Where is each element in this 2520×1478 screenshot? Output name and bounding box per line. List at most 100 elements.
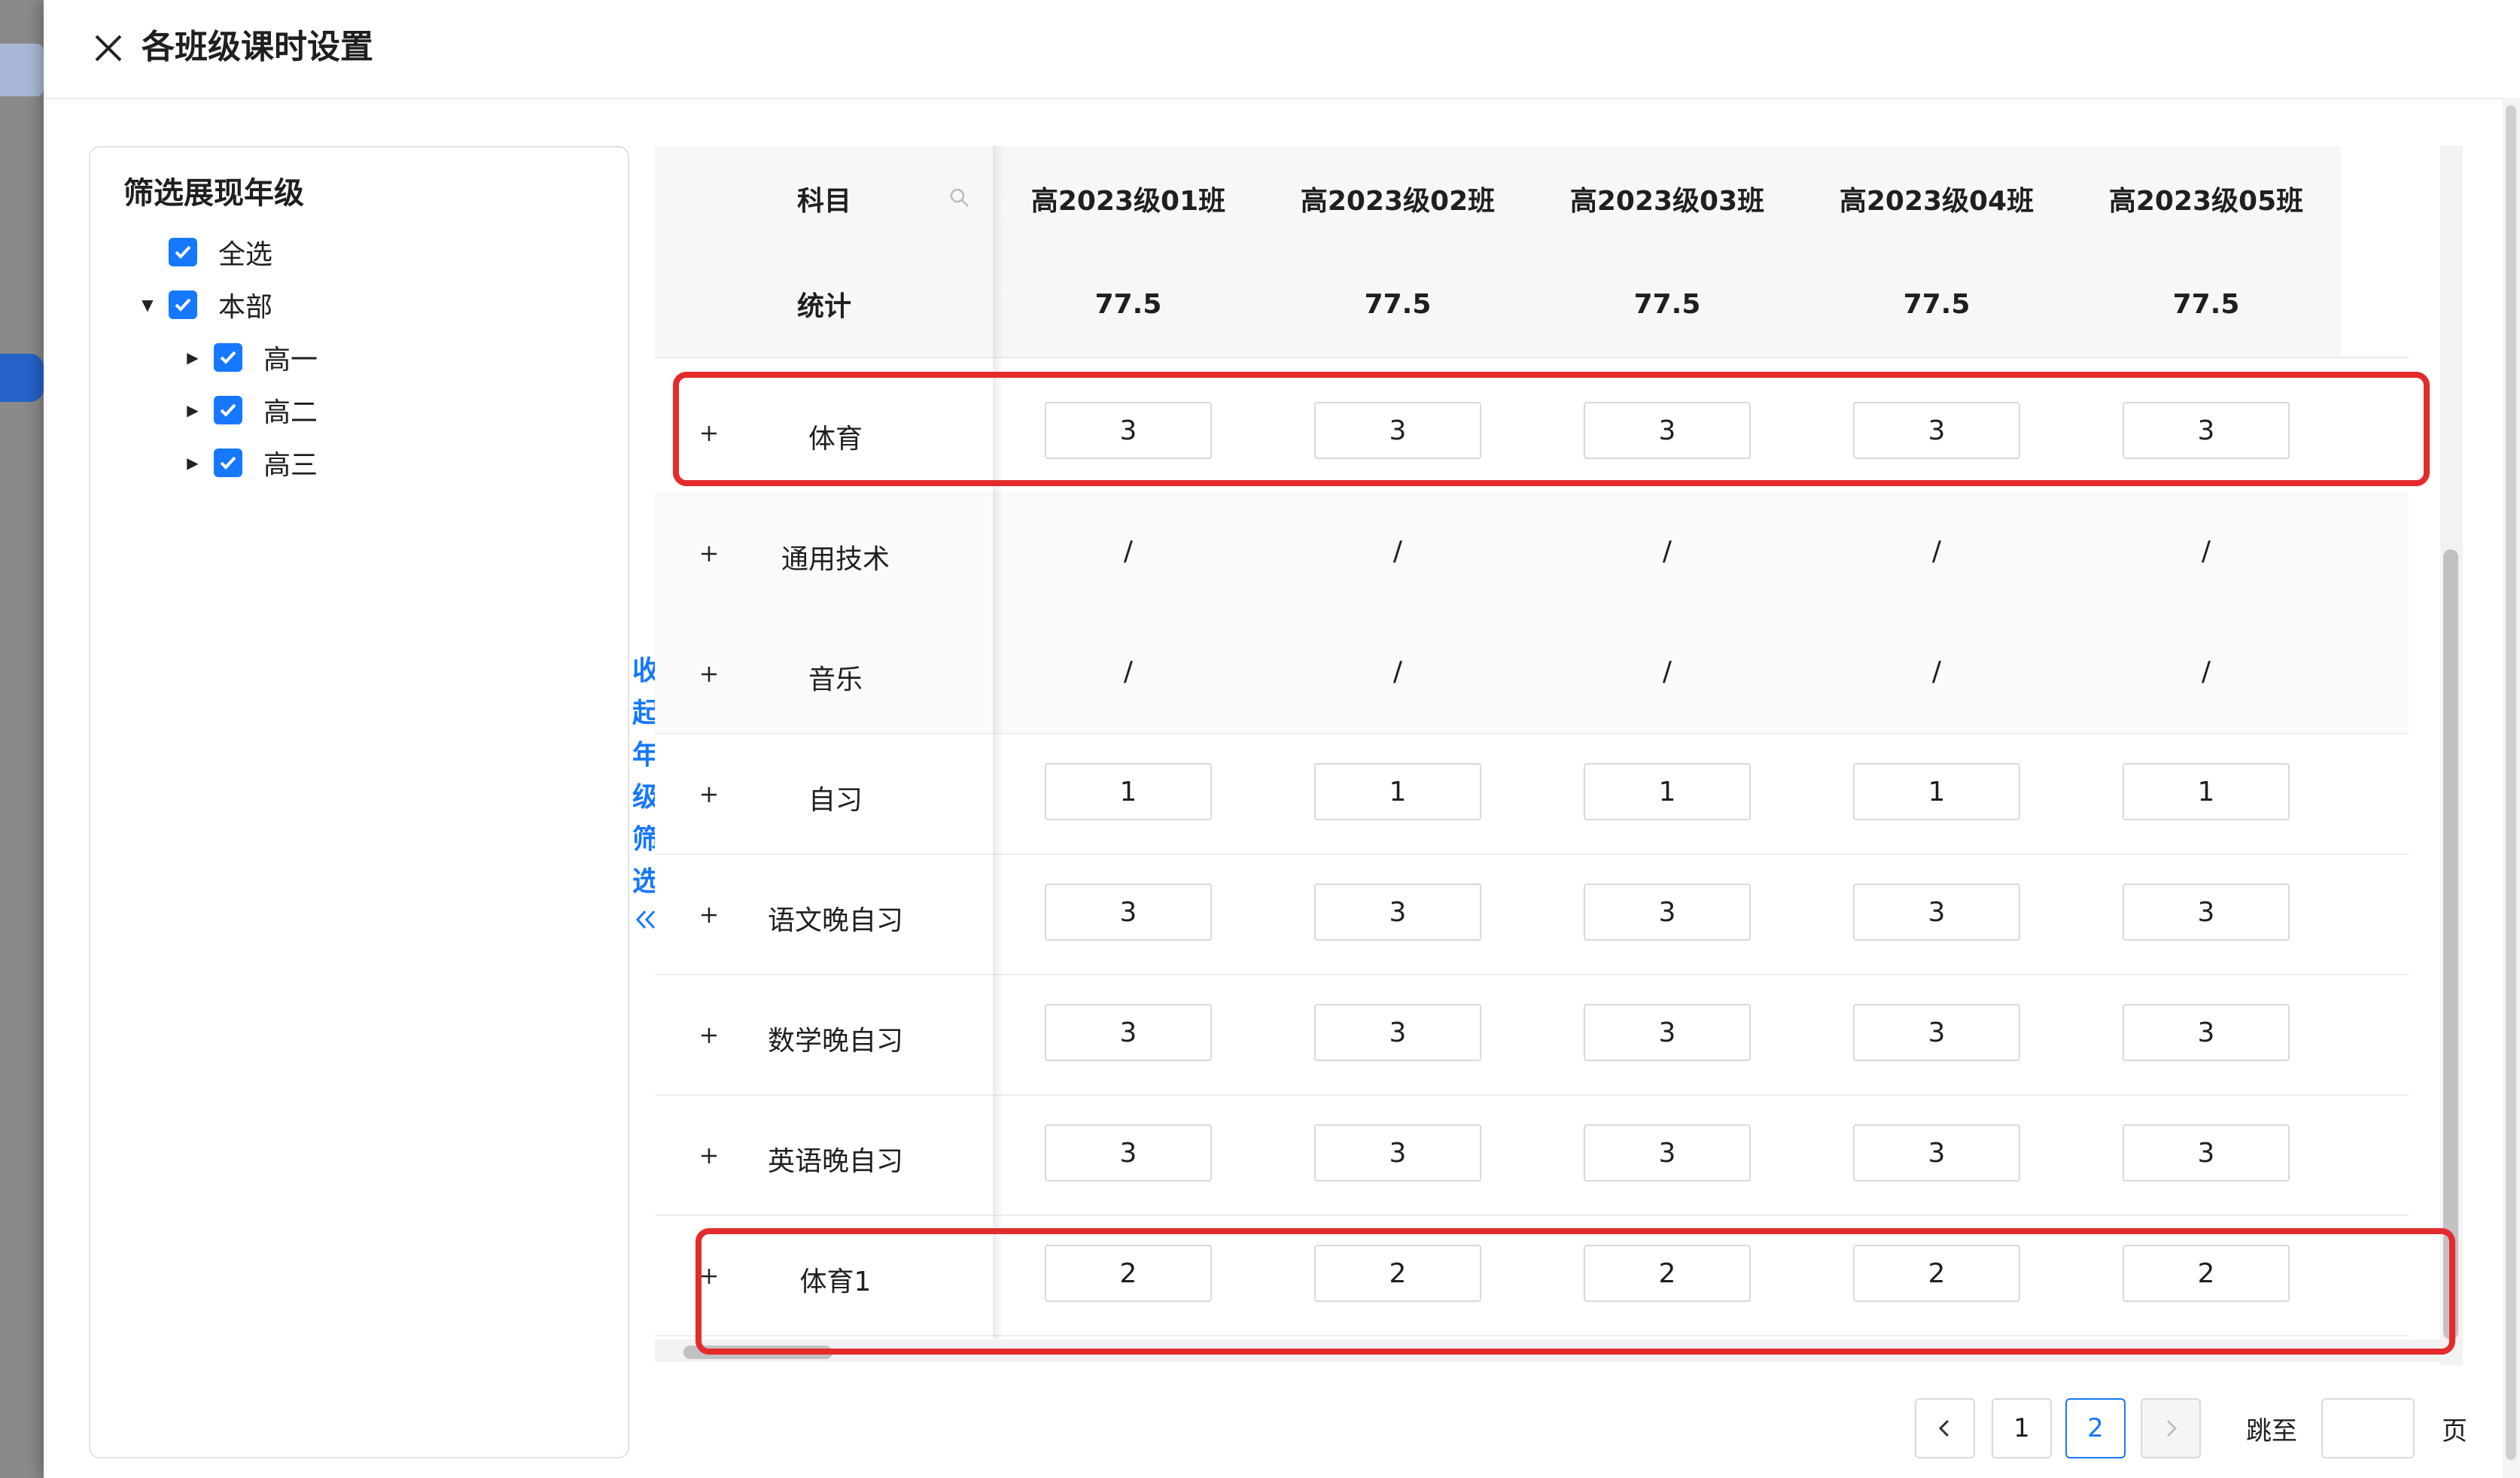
table-row: 体育	[655, 372, 2409, 494]
hours-input[interactable]	[1045, 402, 1212, 459]
tree-item[interactable]: ▶ 高二	[184, 390, 318, 430]
tree-item-label: 高一	[263, 345, 318, 376]
hours-input[interactable]	[2123, 1245, 2290, 1302]
hours-value: /	[2201, 536, 2211, 567]
table-row: 通用技术 / / / / /	[655, 492, 2409, 614]
subject-name: 体育	[808, 424, 863, 455]
hours-input[interactable]	[1045, 883, 1212, 941]
hours-input[interactable]	[1045, 763, 1212, 820]
subject-name: 数学晚自习	[767, 1026, 903, 1057]
caret-down-icon[interactable]: ▼	[138, 296, 157, 314]
hours-value: /	[1123, 536, 1134, 567]
hours-input[interactable]	[1584, 763, 1751, 820]
table-row: 数学晚自习	[655, 974, 2409, 1096]
hours-input[interactable]	[1314, 1004, 1481, 1061]
hours-input[interactable]	[1584, 1245, 1751, 1302]
checkbox-checked[interactable]	[214, 396, 242, 424]
class-column-header: 高2023级05班	[2071, 146, 2341, 251]
stat-value: 77.5	[994, 251, 1263, 357]
next-page-button[interactable]	[2141, 1398, 2201, 1458]
jump-page-input[interactable]	[2321, 1398, 2415, 1458]
hours-input[interactable]	[2123, 1124, 2290, 1181]
subject-name: 自习	[808, 785, 863, 816]
table-horizontal-scroll-thumb[interactable]	[683, 1346, 832, 1359]
hours-input[interactable]	[1584, 1124, 1751, 1181]
hours-input[interactable]	[1045, 1245, 1212, 1302]
page-button-1[interactable]: 1	[1992, 1398, 2052, 1458]
table-row: 英语晚自习	[655, 1094, 2409, 1216]
class-column-header: 高2023级04班	[1802, 146, 2071, 251]
hours-input[interactable]	[1853, 1124, 2020, 1181]
close-icon[interactable]	[89, 29, 128, 68]
hours-input[interactable]	[1314, 402, 1481, 459]
table-row: 体育1	[655, 1215, 2409, 1337]
subject-name: 音乐	[808, 664, 863, 695]
grade-filter-panel: 筛选展现年级 全选 ▼ 本部 ▶ 高一 ▶ 高二 ▶ 高三	[89, 146, 629, 1458]
tree-item[interactable]: 全选	[138, 232, 272, 272]
background-page	[0, 0, 44, 1478]
jump-to-label: 跳至	[2246, 1416, 2297, 1446]
drawer-title: 各班级课时设置	[142, 28, 373, 66]
hours-input[interactable]	[1314, 883, 1481, 941]
hours-input[interactable]	[2123, 883, 2290, 941]
caret-right-icon[interactable]: ▶	[184, 348, 202, 366]
check-icon	[175, 245, 191, 259]
hours-input[interactable]	[2123, 1004, 2290, 1061]
hours-input[interactable]	[1853, 883, 2020, 941]
hours-input[interactable]	[1584, 402, 1751, 459]
drawer-scroll-thumb[interactable]	[2506, 105, 2516, 1460]
check-icon	[220, 456, 236, 470]
hours-input[interactable]	[2123, 763, 2290, 820]
caret-right-icon[interactable]: ▶	[184, 454, 202, 472]
stat-row-label: 统计	[655, 251, 994, 357]
table-vertical-scroll-thumb[interactable]	[2443, 549, 2458, 1340]
hours-input[interactable]	[1853, 1004, 2020, 1061]
background-tab	[0, 354, 44, 402]
hours-input[interactable]	[1314, 763, 1481, 820]
stat-value: 77.5	[1263, 251, 1532, 357]
page-suffix-label: 页	[2442, 1416, 2467, 1446]
table-row: 自习	[655, 733, 2409, 855]
hours-input[interactable]	[1853, 763, 2020, 820]
table-row: 音乐 / / / / /	[655, 613, 2409, 734]
prev-page-button[interactable]	[1915, 1398, 1975, 1458]
tree-item-label: 本部	[218, 292, 273, 323]
class-column-header: 高2023级01班	[994, 146, 1263, 251]
header-divider	[655, 357, 2409, 358]
hours-value: /	[1392, 656, 1403, 687]
tree-item[interactable]: ▶ 高三	[184, 442, 318, 483]
subject-column-header: 科目	[655, 146, 994, 251]
hours-input[interactable]	[1314, 1124, 1481, 1181]
hours-input[interactable]	[2123, 402, 2290, 459]
caret-right-icon[interactable]: ▶	[184, 401, 202, 419]
subject-name: 语文晚自习	[767, 905, 903, 936]
filter-title: 筛选展现年级	[123, 176, 304, 211]
subject-header-label: 科目	[796, 186, 851, 217]
table-row: 语文晚自习	[655, 853, 2409, 975]
hours-input[interactable]	[1045, 1124, 1212, 1181]
hours-input[interactable]	[1853, 402, 2020, 459]
hours-input[interactable]	[1584, 883, 1751, 941]
background-logo	[0, 44, 44, 96]
drawer-header: 各班级课时设置	[44, 0, 2520, 99]
hours-value: /	[1662, 536, 1672, 567]
checkbox-checked[interactable]	[169, 238, 197, 266]
table-horizontal-scrollbar[interactable]	[655, 1340, 2440, 1362]
checkbox-checked[interactable]	[169, 290, 197, 319]
hours-input[interactable]	[1853, 1245, 2020, 1302]
class-hours-table: 科目 高2023级01班 高2023级02班 高2023级03班 高2023级04班 高2…	[655, 146, 2439, 1365]
hours-input[interactable]	[1314, 1245, 1481, 1302]
subject-name: 英语晚自习	[767, 1146, 903, 1177]
tree-item[interactable]: ▶ 高一	[184, 337, 318, 378]
fixed-column-shadow	[993, 146, 1003, 1343]
tree-item-label: 高二	[263, 397, 318, 428]
hours-input[interactable]	[1584, 1004, 1751, 1061]
subject-name: 通用技术	[781, 544, 890, 575]
checkbox-checked[interactable]	[214, 343, 242, 372]
hours-value: /	[2201, 656, 2211, 687]
hours-input[interactable]	[1045, 1004, 1212, 1061]
page-button-2[interactable]: 2	[2065, 1398, 2126, 1458]
checkbox-checked[interactable]	[214, 449, 242, 477]
search-icon[interactable]	[948, 185, 971, 216]
tree-item[interactable]: ▼ 本部	[138, 284, 272, 325]
